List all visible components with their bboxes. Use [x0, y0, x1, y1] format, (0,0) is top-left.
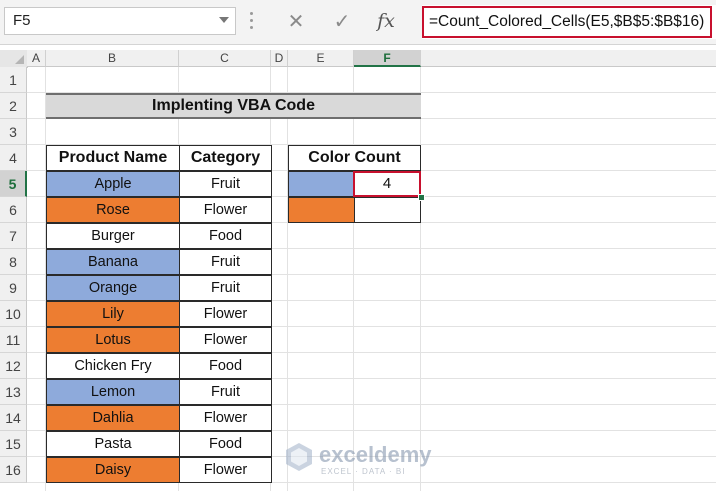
product-name-cell[interactable]: Lemon: [46, 379, 180, 405]
formula-text: =Count_Colored_Cells(E5,$B$5:$B$16): [429, 13, 705, 30]
watermark: exceldemy EXCEL · DATA · BI: [285, 440, 435, 480]
row-header-15[interactable]: 15: [0, 431, 27, 457]
cancel-icon[interactable]: ✕: [278, 6, 314, 36]
gridline: [353, 67, 354, 491]
row-header-5[interactable]: 5: [0, 171, 27, 197]
row-header-11[interactable]: 11: [0, 327, 27, 353]
category-cell[interactable]: Flower: [179, 457, 272, 483]
row-header-10[interactable]: 10: [0, 301, 27, 327]
product-name-cell[interactable]: Burger: [46, 223, 180, 249]
category-cell[interactable]: Fruit: [179, 379, 272, 405]
category-cell[interactable]: Fruit: [179, 275, 272, 301]
row-header-8[interactable]: 8: [0, 249, 27, 275]
header-color-count[interactable]: Color Count: [288, 145, 421, 171]
color-swatch-cell[interactable]: [288, 171, 355, 197]
formula-bar: F5 ✕ ✓ fx =Count_Colored_Cells(E5,$B$5:$…: [0, 0, 716, 45]
enter-icon[interactable]: ✓: [324, 6, 360, 36]
row-header-2[interactable]: 2: [0, 93, 27, 119]
category-cell[interactable]: Food: [179, 223, 272, 249]
row-header-7[interactable]: 7: [0, 223, 27, 249]
column-header-e[interactable]: E: [288, 50, 354, 67]
category-cell[interactable]: Food: [179, 353, 272, 379]
fill-handle[interactable]: [418, 194, 425, 201]
product-name-cell[interactable]: Orange: [46, 275, 180, 301]
column-header-empty: [421, 50, 716, 67]
gridline: [287, 67, 288, 491]
product-name-cell[interactable]: Dahlia: [46, 405, 180, 431]
gridline: [420, 67, 421, 491]
product-name-cell[interactable]: Banana: [46, 249, 180, 275]
insert-function-icon[interactable]: fx: [368, 6, 404, 36]
chevron-down-icon[interactable]: [219, 17, 229, 23]
product-name-cell[interactable]: Pasta: [46, 431, 180, 457]
row-header-1[interactable]: 1: [0, 67, 27, 93]
row-header-12[interactable]: 12: [0, 353, 27, 379]
exceldemy-logo-icon: [286, 443, 312, 471]
column-header-a[interactable]: A: [27, 50, 46, 67]
color-swatch-cell[interactable]: [288, 197, 355, 223]
name-box[interactable]: F5: [4, 7, 236, 35]
category-cell[interactable]: Flower: [179, 301, 272, 327]
name-box-value: F5: [13, 12, 31, 29]
product-name-cell[interactable]: Daisy: [46, 457, 180, 483]
watermark-brand: exceldemy: [319, 442, 432, 467]
select-all-button[interactable]: [0, 50, 28, 68]
product-name-cell[interactable]: Rose: [46, 197, 180, 223]
column-header-c[interactable]: C: [179, 50, 271, 67]
category-cell[interactable]: Fruit: [179, 171, 272, 197]
product-name-cell[interactable]: Lotus: [46, 327, 180, 353]
row-header-16[interactable]: 16: [0, 457, 27, 483]
sheet-title[interactable]: Implenting VBA Code: [46, 93, 421, 119]
watermark-tagline: EXCEL · DATA · BI: [321, 467, 406, 476]
product-name-cell[interactable]: Chicken Fry: [46, 353, 180, 379]
column-header-f[interactable]: F: [354, 50, 421, 67]
header-product-name[interactable]: Product Name: [46, 145, 180, 171]
row-header-3[interactable]: 3: [0, 119, 27, 145]
row-header-4[interactable]: 4: [0, 145, 27, 171]
category-cell[interactable]: Food: [179, 431, 272, 457]
category-cell[interactable]: Flower: [179, 405, 272, 431]
column-header-b[interactable]: B: [46, 50, 179, 67]
column-header-d[interactable]: D: [271, 50, 288, 67]
category-cell[interactable]: Flower: [179, 327, 272, 353]
row-header-14[interactable]: 14: [0, 405, 27, 431]
row-header-9[interactable]: 9: [0, 275, 27, 301]
formula-input[interactable]: =Count_Colored_Cells(E5,$B$5:$B$16): [422, 6, 712, 38]
active-cell-f5[interactable]: 4: [353, 171, 421, 197]
drag-handle-icon[interactable]: [250, 12, 254, 32]
product-name-cell[interactable]: Apple: [46, 171, 180, 197]
row-header-13[interactable]: 13: [0, 379, 27, 405]
header-category[interactable]: Category: [179, 145, 272, 171]
count-cell[interactable]: [354, 197, 421, 223]
category-cell[interactable]: Fruit: [179, 249, 272, 275]
row-header-6[interactable]: 6: [0, 197, 27, 223]
product-name-cell[interactable]: Lily: [46, 301, 180, 327]
category-cell[interactable]: Flower: [179, 197, 272, 223]
